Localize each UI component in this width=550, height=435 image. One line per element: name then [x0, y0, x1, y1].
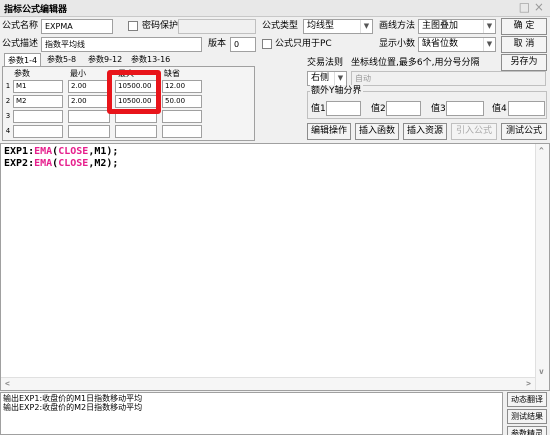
param-name-cell[interactable] — [13, 110, 63, 123]
vertical-scrollbar[interactable]: ^ v — [535, 144, 549, 390]
window-controls[interactable]: □ × — [519, 0, 544, 14]
formula-type-select[interactable]: 均线型 ▼ — [303, 19, 373, 34]
param-default-cell[interactable] — [162, 110, 202, 123]
horizontal-scrollbar[interactable]: < > — [1, 377, 535, 390]
test-result-button[interactable]: 测试结果 — [507, 409, 547, 424]
formula-desc-label: 公式描述 — [2, 39, 39, 49]
draw-method-label: 画线方法 — [379, 21, 416, 31]
output-line: 输出EXP2:收盘价的M2日指数移动平均 — [3, 403, 143, 412]
param-row-number: 3 — [5, 112, 11, 120]
formula-name-label: 公式名称 — [2, 21, 39, 31]
password-label: 密码保护 — [142, 21, 179, 31]
param-row-number: 1 — [5, 82, 11, 90]
formula-type-value: 均线型 — [307, 21, 335, 31]
trade-rule-label: 交易法则 — [307, 58, 344, 68]
value3-label: 值3 — [431, 104, 446, 114]
param-row-number: 4 — [5, 127, 11, 135]
pc-only-checkbox[interactable] — [262, 39, 272, 49]
extra-axis-label: 额外Y轴分界 — [310, 85, 363, 97]
decimals-label: 显示小数 — [379, 39, 416, 49]
value1-label: 值1 — [311, 104, 326, 114]
insert-function-button[interactable]: 插入函数 — [355, 123, 399, 140]
output-line: 输出EXP1:收盘价的M1日指数移动平均 — [3, 394, 143, 403]
param-name-cell[interactable]: M2 — [13, 95, 63, 108]
param-header-name: 参数 — [14, 69, 30, 78]
param-name-cell[interactable] — [13, 125, 63, 138]
tab-params-5-8[interactable]: 参数5-8 — [44, 53, 79, 67]
chevron-down-icon: ▼ — [360, 20, 372, 33]
confirm-button[interactable]: 确 定 — [501, 18, 547, 35]
param-name-cell[interactable]: M1 — [13, 80, 63, 93]
chevron-down-icon: ▼ — [334, 72, 346, 85]
pc-only-label: 公式只用于PC — [275, 39, 332, 49]
draw-method-value: 主图叠加 — [422, 21, 459, 31]
scroll-left-icon[interactable]: < — [5, 379, 10, 388]
title-bar: 指标公式编辑器 □ × — [0, 0, 550, 17]
version-label: 版本 — [208, 39, 227, 49]
value4-label: 值4 — [492, 104, 507, 114]
draw-method-select[interactable]: 主图叠加 ▼ — [418, 19, 496, 34]
tab-params-1-4[interactable]: 参数1-4 — [4, 53, 42, 67]
cancel-button[interactable]: 取 消 — [501, 36, 547, 53]
version-input[interactable]: 0 — [230, 37, 256, 52]
scroll-down-icon[interactable]: v — [539, 367, 544, 376]
param-min-cell[interactable]: 2.00 — [68, 80, 110, 93]
value3-input[interactable] — [446, 101, 484, 116]
value2-input[interactable] — [386, 101, 421, 116]
formula-type-label: 公式类型 — [262, 21, 299, 31]
value1-input[interactable] — [326, 101, 361, 116]
scroll-up-icon[interactable]: ^ — [539, 146, 544, 155]
decimals-value: 缺省位数 — [422, 39, 459, 49]
window-title: 指标公式编辑器 — [4, 5, 68, 15]
save-as-button[interactable]: 另存为 — [501, 54, 547, 71]
chevron-down-icon: ▼ — [483, 38, 495, 51]
edit-operation-button[interactable]: 编辑操作 — [307, 123, 351, 140]
output-panel: 输出EXP1:收盘价的M1日指数移动平均 输出EXP2:收盘价的M2日指数移动平… — [0, 392, 503, 435]
code-editor[interactable]: EXP1:EMA(CLOSE,M1); EXP2:EMA(CLOSE,M2); … — [0, 143, 550, 391]
position-select[interactable]: 右侧 ▼ — [307, 71, 347, 86]
param-header-min: 最小 — [70, 69, 86, 78]
dynamic-translate-button[interactable]: 动态翻译 — [507, 392, 547, 407]
tab-params-13-16[interactable]: 参数13-16 — [128, 53, 173, 67]
formula-name-input[interactable]: EXPMA — [41, 19, 113, 34]
formula-desc-input[interactable]: 指数平均线 — [41, 37, 202, 52]
decimals-select[interactable]: 缺省位数 ▼ — [418, 37, 496, 52]
param-max-cell[interactable] — [115, 125, 157, 138]
value2-label: 值2 — [371, 104, 386, 114]
param-default-cell[interactable]: 12.00 — [162, 80, 202, 93]
param-row-number: 2 — [5, 97, 11, 105]
scroll-right-icon[interactable]: > — [526, 379, 531, 388]
password-checkbox[interactable] — [128, 21, 138, 31]
tab-params-9-12[interactable]: 参数9-12 — [85, 53, 125, 67]
code-line: EXP2:EMA(CLOSE,M2); — [4, 158, 119, 169]
import-formula-button[interactable]: 引入公式 — [451, 123, 497, 140]
insert-resource-button[interactable]: 插入资源 — [403, 123, 447, 140]
password-input[interactable] — [178, 19, 256, 34]
value4-input[interactable] — [508, 101, 545, 116]
test-formula-button[interactable]: 测试公式 — [501, 123, 547, 140]
param-min-cell[interactable] — [68, 125, 110, 138]
param-min-cell[interactable]: 2.00 — [68, 95, 110, 108]
param-wizard-button[interactable]: 参数精灵 — [507, 426, 547, 435]
chevron-down-icon: ▼ — [483, 20, 495, 33]
param-header-default: 缺省 — [164, 69, 180, 78]
coord-line-label: 坐标线位置,最多6个,用分号分隔 — [351, 58, 480, 68]
param-default-cell[interactable]: 50.00 — [162, 95, 202, 108]
coord-line-input[interactable]: 自动 — [351, 71, 546, 86]
position-value: 右侧 — [311, 73, 330, 83]
param-min-cell[interactable] — [68, 110, 110, 123]
highlight-box — [107, 70, 161, 114]
param-default-cell[interactable] — [162, 125, 202, 138]
code-line: EXP1:EMA(CLOSE,M1); — [4, 146, 119, 157]
